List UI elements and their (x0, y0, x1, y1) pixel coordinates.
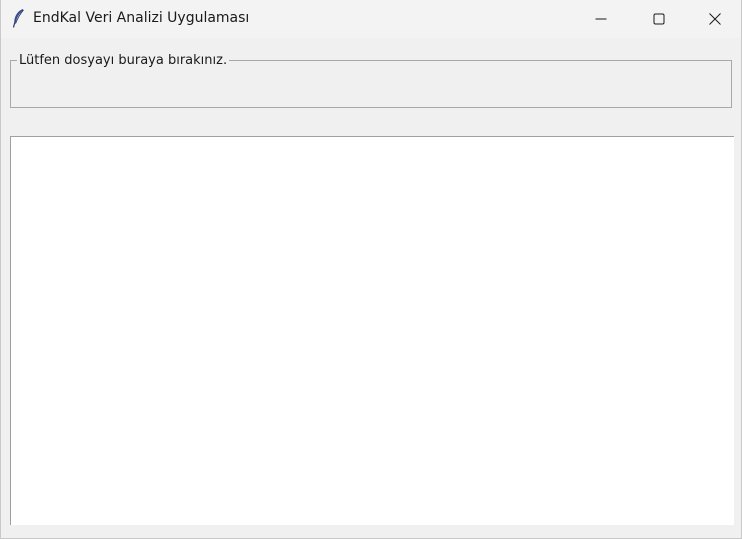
minimize-icon (595, 13, 607, 25)
close-button[interactable] (688, 0, 741, 38)
minimize-button[interactable] (572, 0, 630, 38)
window-title: EndKal Veri Analizi Uygulaması (33, 10, 250, 26)
maximize-button[interactable] (630, 0, 688, 38)
feather-icon (11, 8, 25, 28)
drop-zone-label: Lütfen dosyayı buraya bırakınız. (17, 53, 230, 69)
output-text-area[interactable] (10, 136, 734, 525)
maximize-icon (653, 13, 665, 25)
close-icon (708, 13, 721, 25)
window-content: Lütfen dosyayı buraya bırakınız. (1, 38, 741, 538)
app-window: EndKal Veri Analizi Uygulaması Lütfen do… (0, 0, 742, 539)
title-bar[interactable]: EndKal Veri Analizi Uygulaması (1, 0, 741, 38)
